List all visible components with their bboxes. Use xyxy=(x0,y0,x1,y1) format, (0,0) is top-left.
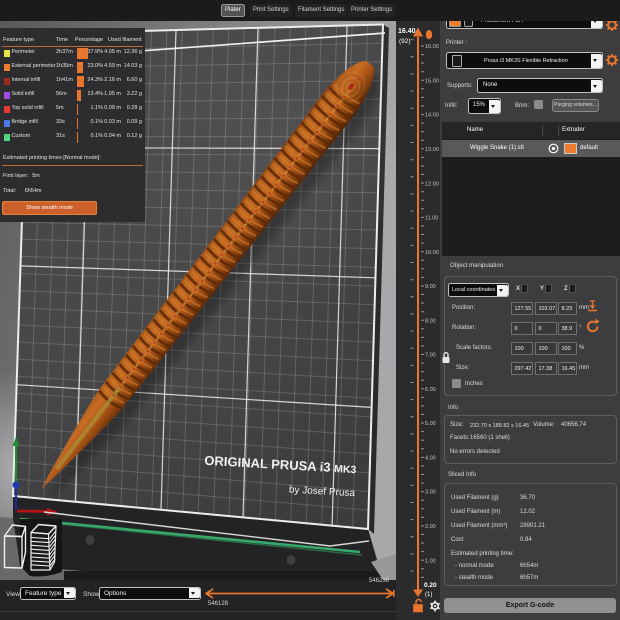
svg-text:8.00: 8.00 xyxy=(425,318,436,324)
svg-text:(92): (92) xyxy=(399,38,411,45)
svg-text:3.00: 3.00 xyxy=(425,490,436,496)
svg-text:5.00: 5.00 xyxy=(425,421,436,427)
svg-text:1.00: 1.00 xyxy=(425,558,436,564)
svg-text:16.40: 16.40 xyxy=(398,28,416,35)
svg-text:9.00: 9.00 xyxy=(425,284,436,290)
svg-text:0.20: 0.20 xyxy=(424,582,437,589)
svg-text:12.00: 12.00 xyxy=(425,181,439,187)
svg-text:11.00: 11.00 xyxy=(425,216,438,222)
svg-text:15.00: 15.00 xyxy=(425,79,439,85)
svg-text:4.00: 4.00 xyxy=(425,455,436,461)
svg-text:14.00: 14.00 xyxy=(425,113,439,119)
svg-text:2.00: 2.00 xyxy=(425,524,436,530)
svg-text:10.00: 10.00 xyxy=(425,250,439,256)
svg-text:7.00: 7.00 xyxy=(425,353,436,359)
svg-text:16.00: 16.00 xyxy=(425,44,439,50)
svg-text:(1): (1) xyxy=(425,592,432,598)
svg-text:6.00: 6.00 xyxy=(425,387,436,393)
svg-text:13.00: 13.00 xyxy=(425,147,439,153)
